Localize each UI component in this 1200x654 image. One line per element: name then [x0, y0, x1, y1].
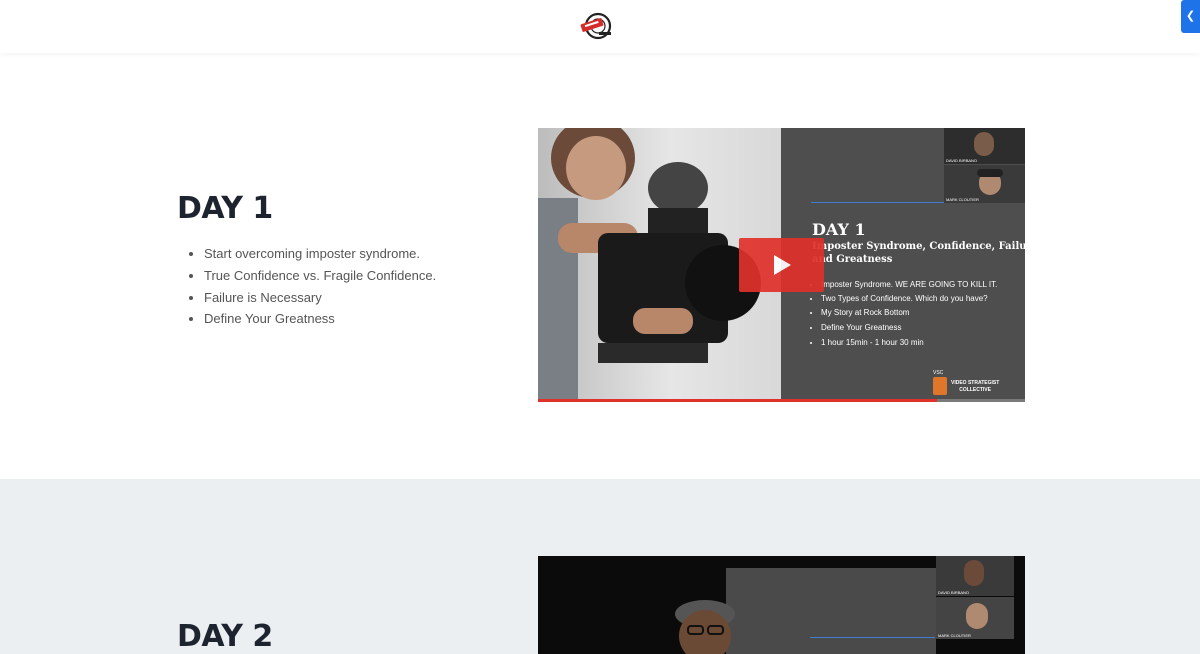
vsc-brand-logo: VSC	[933, 370, 947, 395]
video-slide: DAVID BIRBANO MARK CLOUTIER	[538, 556, 1025, 654]
participant-name: DAVID BIRBANO	[946, 158, 978, 163]
webcam-tile: MARK CLOUTIER	[936, 597, 1014, 639]
play-button[interactable]	[739, 238, 824, 292]
participant-name: DAVID BIRBANO	[938, 590, 970, 595]
slide-subtitle-line2: and Greatness	[812, 254, 893, 265]
day1-section: DAY 1 Start overcoming imposter syndrome…	[0, 53, 1200, 479]
day2-title: DAY 2	[177, 619, 273, 654]
sidebar-toggle-button[interactable]: ❮	[1181, 0, 1200, 33]
brand-logo-icon[interactable]	[579, 11, 615, 41]
slide-title: DAY 1	[812, 220, 866, 239]
webcam-tile: MARK CLOUTIER	[944, 165, 1025, 203]
site-header	[0, 0, 1200, 53]
vsc-brand-text: VIDEO STRATEGIST COLLECTIVE	[951, 380, 1000, 393]
day1-title: DAY 1	[177, 191, 273, 226]
list-item: 1 hour 15min - 1 hour 30 min	[821, 338, 1001, 348]
day1-video-player[interactable]: DAY 1 Imposter Syndrome, Confidence, Fai…	[538, 128, 1025, 402]
list-item: My Story at Rock Bottom	[821, 308, 1001, 318]
list-item: Define Your Greatness	[204, 308, 436, 330]
day1-topic-list: Start overcoming imposter syndrome. True…	[187, 243, 436, 330]
chevron-left-icon: ❮	[1185, 10, 1196, 22]
video-progress-fill	[538, 399, 938, 402]
list-item: Start overcoming imposter syndrome.	[204, 243, 436, 265]
video-progress-track[interactable]	[538, 399, 1025, 402]
list-item: Imposter Syndrome. WE ARE GOING TO KILL …	[821, 280, 1001, 290]
slide-subtitle-line1: Imposter Syndrome, Confidence, Failure	[812, 241, 1025, 252]
participant-name: MARK CLOUTIER	[946, 197, 979, 202]
webcam-tile: DAVID BIRBANO	[944, 128, 1025, 164]
webcam-tile: DAVID BIRBANO	[936, 556, 1014, 596]
list-item: Define Your Greatness	[821, 323, 1001, 333]
slide-bullet-list: Imposter Syndrome. WE ARE GOING TO KILL …	[811, 280, 1001, 348]
list-item: Two Types of Confidence. Which do you ha…	[821, 294, 1001, 304]
day2-section: DAY 2 DAVID BIRBANO MARK CLOUTIER	[0, 479, 1200, 654]
participant-name: MARK CLOUTIER	[938, 633, 971, 638]
day2-video-player[interactable]: DAVID BIRBANO MARK CLOUTIER	[538, 556, 1025, 654]
list-item: Failure is Necessary	[204, 287, 436, 309]
play-icon	[774, 255, 791, 275]
list-item: True Confidence vs. Fragile Confidence.	[204, 265, 436, 287]
